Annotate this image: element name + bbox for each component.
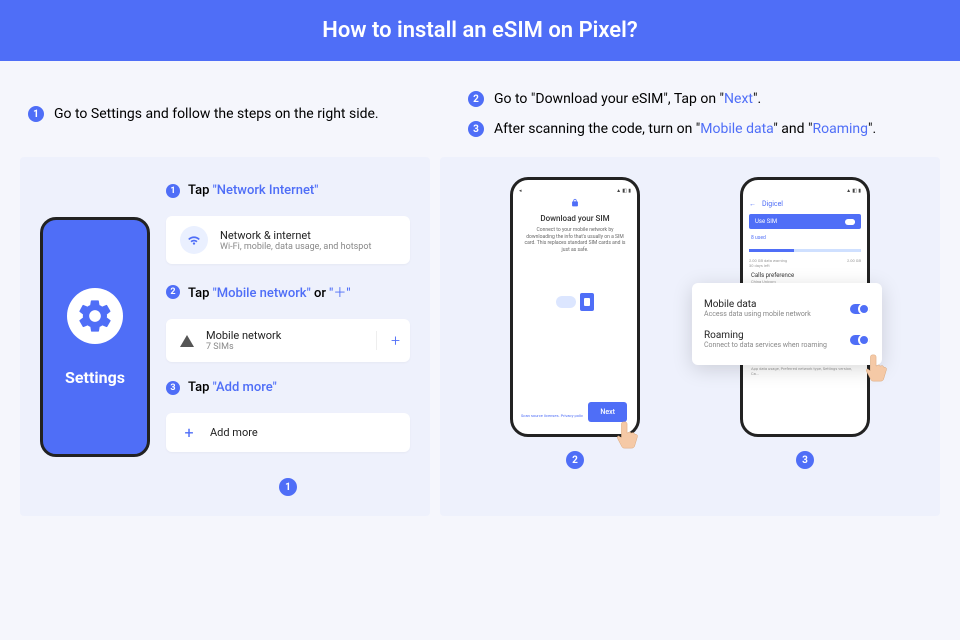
next-button[interactable]: Next [588,402,627,422]
step-1: 1 Go to Settings and follow the steps on… [28,91,428,137]
status-bar: ▲ ◧ ▮ [749,188,861,194]
substeps: 1 Tap "Network Internet" Network & inter… [166,177,410,496]
download-sim-title: Download your SIM [519,214,631,223]
mobile-network-card[interactable]: Mobile network 7 SIMs + [166,319,410,362]
substep-bullet-1: 1 [166,184,180,198]
substep-3: 3 Tap "Add more" [166,380,410,395]
download-sim-desc: Connect to your mobile network by downlo… [519,227,631,253]
mobile-card-sub: 7 SIMs [206,342,364,352]
settings-label: Settings [65,368,125,387]
step-3: 3 After scanning the code, turn on "Mobi… [468,121,940,137]
step-bullet-2: 2 [468,91,484,107]
signal-icon [180,335,194,347]
substep-1: 1 Tap "Network Internet" [166,183,410,198]
toggle-on-icon[interactable] [850,304,870,314]
page-title: How to install an eSIM on Pixel? [322,18,637,43]
step-bullet-3: 3 [468,121,484,137]
license-links[interactable]: Scan source licenses. Privacy polic [521,413,583,418]
gear-icon [67,288,123,344]
back-header[interactable]: ← Digicel [749,198,861,214]
panels: Settings 1 Tap "Network Internet" Networ… [0,147,960,536]
substep-2: 2 Tap "Mobile network" or "＋" [166,282,410,301]
lock-icon [570,198,580,208]
roaming-toggle[interactable]: RoamingConnect to data services when roa… [704,324,870,355]
usage-label: 8 used [749,233,861,243]
network-card-title: Network & internet [220,229,396,242]
addmore-card-title: Add more [210,426,396,439]
download-sim-phone: ◂▲ ◧ ▮ Download your SIM Connect to your… [510,177,640,437]
panel-2-label: 2 [566,451,584,469]
substep-bullet-3: 3 [166,381,180,395]
plus-icon: + [180,423,198,442]
panel-2-3: ◂▲ ◧ ▮ Download your SIM Connect to your… [440,157,940,516]
use-sim-toggle[interactable]: Use SIM [749,214,861,229]
mobile-data-popup: Mobile dataAccess data using mobile netw… [692,283,882,365]
step-1-text: Go to Settings and follow the steps on t… [54,106,379,122]
carrier-name: Digicel [762,200,783,208]
panel-3-label: 3 [796,451,814,469]
panel-1-label: 1 [279,478,297,496]
data-usage-bar [749,249,861,252]
substep-bullet-2: 2 [166,285,180,299]
add-more-card[interactable]: + Add more [166,413,410,452]
scan-graphic [519,293,631,311]
network-card-sub: Wi-Fi, mobile, data usage, and hotspot [220,242,396,252]
mobile-data-toggle[interactable]: Mobile dataAccess data using mobile netw… [704,293,870,324]
page-header: How to install an eSIM on Pixel? [0,0,960,61]
sim-icon [580,293,594,311]
pointer-hand-icon [613,418,643,452]
step-bullet-1: 1 [28,106,44,122]
wifi-icon [180,226,208,254]
step-2-text: Go to "Download your eSIM", Tap on "Next… [494,91,761,107]
toggle-on-icon[interactable] [850,335,870,345]
plus-icon[interactable]: + [376,331,396,350]
status-bar: ◂▲ ◧ ▮ [519,188,631,194]
back-arrow-icon[interactable]: ← [749,200,756,208]
network-internet-card[interactable]: Network & internet Wi-Fi, mobile, data u… [166,216,410,264]
mobile-card-title: Mobile network [206,329,364,342]
top-steps: 1 Go to Settings and follow the steps on… [0,61,960,147]
cloud-icon [556,296,576,308]
panel-1: Settings 1 Tap "Network Internet" Networ… [20,157,430,516]
step-3-text: After scanning the code, turn on "Mobile… [494,121,876,137]
settings-phone: Settings [40,217,150,457]
step-2: 2 Go to "Download your eSIM", Tap on "Ne… [468,91,940,107]
